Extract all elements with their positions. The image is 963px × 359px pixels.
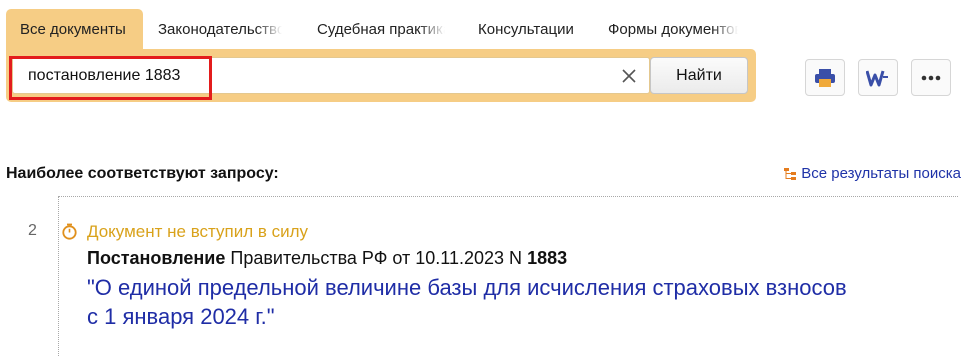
- document-number: 1883: [527, 248, 568, 268]
- document-reference: Постановление Правительства РФ от 10.11.…: [87, 248, 567, 269]
- result-number: 2: [28, 222, 37, 239]
- find-button[interactable]: Найти: [650, 57, 748, 94]
- tree-list-icon: [784, 167, 797, 180]
- tab-court-practice[interactable]: Судебная практика: [317, 9, 445, 49]
- document-title-link[interactable]: "О единой предельной величине базы для и…: [87, 273, 847, 331]
- print-icon: [815, 68, 835, 87]
- document-issuer: Правительства РФ от 10.11.2023 N: [230, 248, 523, 268]
- print-button[interactable]: [805, 59, 845, 96]
- all-results-link[interactable]: Все результаты поиска: [783, 165, 961, 182]
- document-status: Документ не вступил в силу: [87, 222, 309, 241]
- word-export-button[interactable]: [858, 59, 898, 96]
- stopwatch-icon: [62, 223, 77, 240]
- more-button[interactable]: [911, 59, 951, 96]
- clear-icon[interactable]: [617, 64, 641, 88]
- word-export-icon: [866, 70, 888, 86]
- results-heading: Наиболее соответствуют запросу:: [6, 165, 279, 182]
- search-tabs: Все документы Законодательство Судебная …: [6, 9, 756, 49]
- all-results-label: Все результаты поиска: [801, 165, 961, 182]
- document-type: Постановление: [87, 248, 226, 268]
- more-icon: [921, 75, 941, 80]
- tab-document-forms[interactable]: Формы документов: [608, 9, 738, 49]
- tab-consultations[interactable]: Консультации: [478, 9, 588, 49]
- highlight-frame: [9, 56, 212, 100]
- tab-legislation[interactable]: Законодательство: [158, 9, 282, 49]
- tab-all-documents[interactable]: Все документы: [6, 9, 143, 49]
